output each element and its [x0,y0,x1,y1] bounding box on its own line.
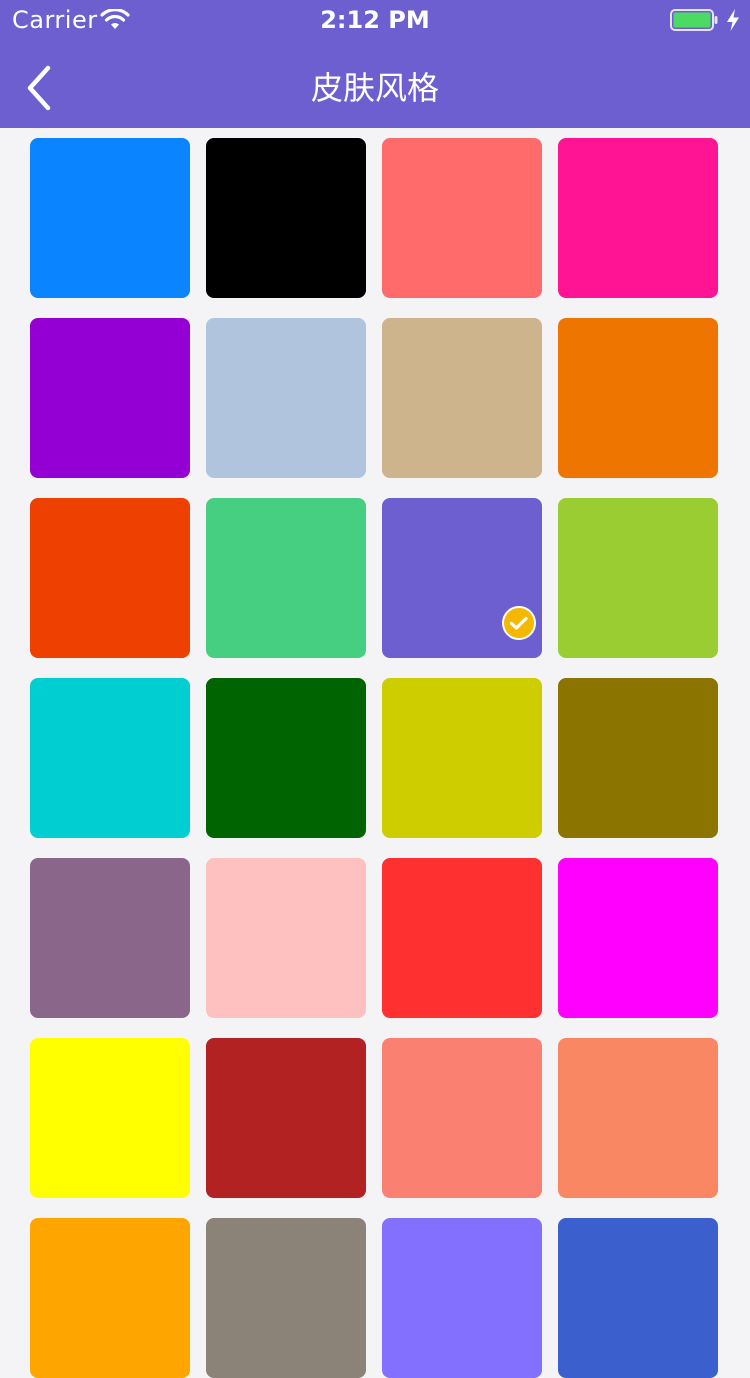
color-swatch[interactable] [206,138,366,298]
color-swatch[interactable] [206,498,366,658]
page-title: 皮肤风格 [310,69,439,107]
color-swatch[interactable] [558,1218,718,1378]
color-swatch[interactable] [206,858,366,1018]
color-swatch[interactable] [206,318,366,478]
skin-color-grid [30,138,718,1378]
bolt-icon [727,9,739,31]
clock: 2:12 PM [320,6,430,34]
color-swatch[interactable] [382,318,542,478]
color-swatch[interactable] [30,318,190,478]
color-swatch[interactable] [206,1038,366,1198]
battery-full-icon [670,9,718,31]
color-swatch[interactable] [30,1218,190,1378]
color-swatch[interactable] [382,678,542,838]
color-swatch[interactable] [558,498,718,658]
color-swatch[interactable] [382,1218,542,1378]
color-swatch[interactable] [30,1038,190,1198]
color-swatch[interactable] [558,318,718,478]
color-swatch[interactable] [558,858,718,1018]
navigation-header: Carrier 2:12 PM 皮肤风格 [0,0,750,128]
color-swatch[interactable] [206,678,366,838]
color-swatch[interactable] [30,138,190,298]
color-swatch[interactable] [30,498,190,658]
color-swatch[interactable] [382,858,542,1018]
color-swatch[interactable] [382,498,542,658]
color-swatch[interactable] [382,138,542,298]
color-swatch[interactable] [206,1218,366,1378]
color-swatch[interactable] [558,1038,718,1198]
color-swatch[interactable] [382,1038,542,1198]
color-swatch[interactable] [30,678,190,838]
status-bar: Carrier 2:12 PM [0,0,750,40]
color-swatch[interactable] [558,678,718,838]
checkmark-circle-icon [502,606,536,640]
color-swatch[interactable] [558,138,718,298]
color-swatch[interactable] [30,858,190,1018]
